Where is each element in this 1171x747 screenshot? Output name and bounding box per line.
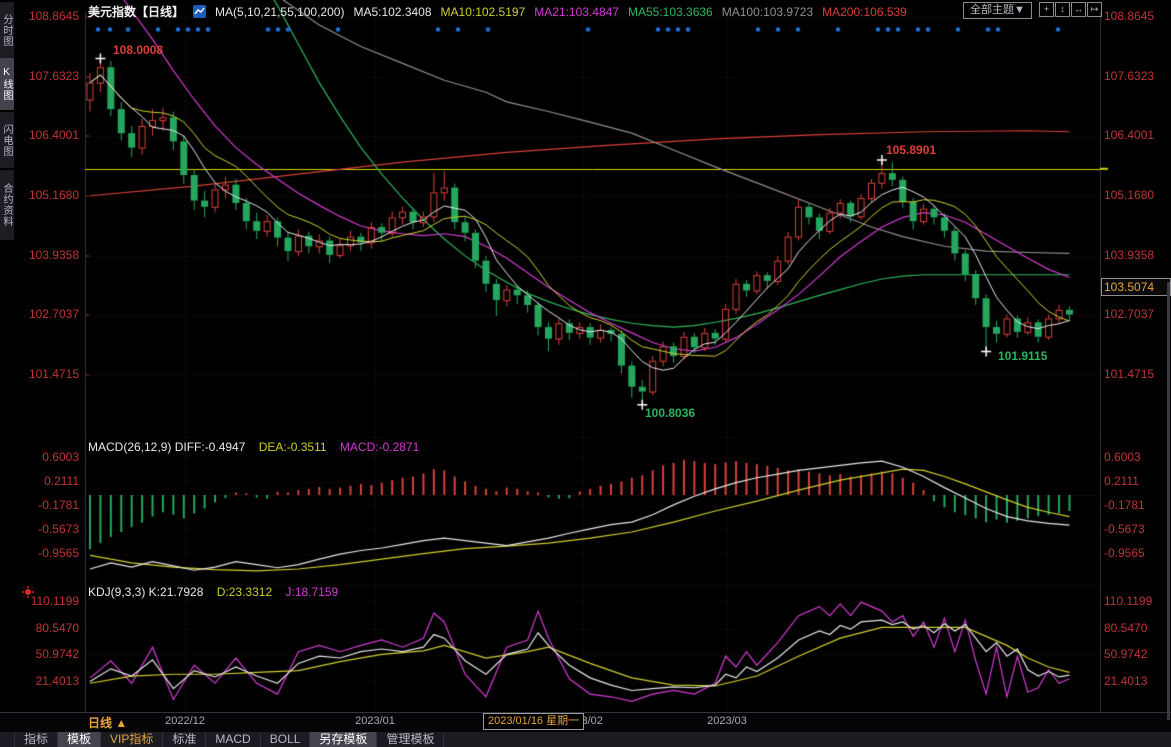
low-price-annotation: 100.8036 (645, 406, 695, 420)
swing-low-annotation: 101.9115 (998, 349, 1047, 363)
macd-axis-label: 0.2111 (0, 474, 79, 489)
last-price-tag: 103.5074 (1101, 278, 1171, 296)
tab-save-template[interactable]: 另存模板 (310, 732, 377, 747)
ma5-value: MA5:102.3408 (353, 5, 431, 19)
kdj-axis-label: 110.1199 (1104, 594, 1170, 609)
kdj-panel-header[interactable]: KDJ(9,3,3) K:21.7928 D:23.3312 J:18.7159 (88, 585, 338, 599)
price-axis-label: 102.7037 (1104, 307, 1170, 322)
price-axis-label: 107.6323 (0, 69, 79, 84)
swing-high-annotation: 105.8901 (886, 143, 936, 157)
kdj-axis-label: 110.1199 (0, 594, 79, 609)
period-tag: 【日线】 (136, 5, 184, 19)
tab-templates[interactable]: 模板 (58, 732, 101, 747)
crosshair-date-box: 2023/01/16 星期一 (483, 713, 584, 730)
kdj-axis-label: 21.4013 (0, 674, 79, 689)
price-axis-label: 101.4715 (0, 367, 79, 382)
shift-right-icon[interactable]: ↦ (1087, 2, 1102, 17)
macd-axis-label: -0.1781 (1104, 498, 1170, 513)
macd-macd-value: MACD:-0.2871 (340, 440, 419, 454)
trading-terminal-window: { "sidebar": { "items": [ {"label": "分时图… (0, 0, 1171, 747)
date-tick: 2023/03 (707, 715, 747, 727)
symbol-name: 美元指数 (88, 5, 136, 19)
ma10-value: MA10:102.5197 (441, 5, 526, 19)
ma55-value: MA55:103.3636 (628, 5, 713, 19)
all-themes-dropdown[interactable]: 全部主题▼ (963, 2, 1032, 19)
indicator-toolbar: 指标 模板 VIP指标 标准 MACD BOLL 另存模板 管理模板 (0, 732, 1171, 747)
macd-axis-label: 0.6003 (1104, 450, 1170, 465)
tab-indicators[interactable]: 指标 (14, 732, 58, 747)
zoom-horizontal-icon[interactable]: ↔ (1071, 2, 1086, 17)
kdj-d-value: D:23.3312 (217, 585, 272, 599)
ma-settings-label[interactable]: MA(5,10,21,55,100,200) (215, 5, 344, 19)
kdj-axis-label: 21.4013 (1104, 674, 1170, 689)
tab-macd[interactable]: MACD (206, 732, 260, 747)
date-tick: 2022/12 (165, 715, 205, 727)
pan-tool-icon[interactable]: + (1039, 2, 1054, 17)
kdj-title: KDJ(9,3,3) K:21.7928 (88, 585, 203, 599)
price-axis-label: 105.1680 (0, 188, 79, 203)
candlestick-mini-icon[interactable] (193, 5, 206, 18)
high-price-annotation: 108.0008 (113, 43, 163, 57)
macd-dea-value: DEA:-0.3511 (259, 440, 327, 454)
kdj-axis-label: 50.9742 (0, 647, 79, 662)
period-selector[interactable]: 日线 ▲ (88, 714, 127, 731)
macd-panel-header[interactable]: MACD(26,12,9) DIFF:-0.4947 DEA:-0.3511 M… (88, 440, 419, 454)
chart-header: 美元指数【日线】 MA(5,10,21,55,100,200) MA5:102.… (88, 3, 907, 20)
price-axis-label: 103.9358 (0, 248, 79, 263)
ma21-value: MA21:103.4847 (534, 5, 619, 19)
sidebar-item-candle-chart[interactable]: K线图 (0, 58, 14, 110)
macd-title: MACD(26,12,9) DIFF:-0.4947 (88, 440, 245, 454)
macd-axis-label: 0.2111 (1104, 474, 1170, 489)
symbol-title: 美元指数【日线】 (88, 3, 184, 20)
zoom-vertical-icon[interactable]: ↕ (1055, 2, 1070, 17)
scrollbar-thumb[interactable] (1167, 282, 1170, 720)
kdj-axis-label: 80.5470 (1104, 621, 1170, 636)
ma100-value: MA100:103.9723 (722, 5, 813, 19)
tab-manage-templates[interactable]: 管理模板 (377, 732, 444, 747)
sidebar-item-contract-info[interactable]: 合约资料 (0, 170, 14, 240)
price-axis-label: 102.7037 (0, 307, 79, 322)
macd-axis-label: 0.6003 (0, 450, 79, 465)
price-axis-label: 106.4001 (1104, 128, 1170, 143)
price-axis-label: 108.8645 (1104, 9, 1170, 24)
macd-axis-label: -0.5673 (0, 522, 79, 537)
date-tick: 2023/01 (355, 715, 395, 727)
price-axis-label: 106.4001 (0, 128, 79, 143)
macd-axis-label: -0.9565 (0, 546, 79, 561)
tab-vip-indicators[interactable]: VIP指标 (101, 732, 163, 747)
ma200-value: MA200:106.539 (822, 5, 907, 19)
kdj-j-value: J:18.7159 (285, 585, 338, 599)
kdj-axis-label: 80.5470 (0, 621, 79, 636)
price-axis-label: 108.8645 (0, 9, 79, 24)
price-axis-label: 101.4715 (1104, 367, 1170, 382)
tab-standard[interactable]: 标准 (163, 732, 206, 747)
price-chart-canvas[interactable] (0, 0, 1171, 747)
macd-axis-label: -0.5673 (1104, 522, 1170, 537)
tab-boll[interactable]: BOLL (261, 732, 311, 747)
kdj-axis-label: 50.9742 (1104, 647, 1170, 662)
price-axis-label: 107.6323 (1104, 69, 1170, 84)
price-axis-label: 105.1680 (1104, 188, 1170, 203)
macd-axis-label: -0.9565 (1104, 546, 1170, 561)
macd-axis-label: -0.1781 (0, 498, 79, 513)
price-axis-label: 103.9358 (1104, 248, 1170, 263)
